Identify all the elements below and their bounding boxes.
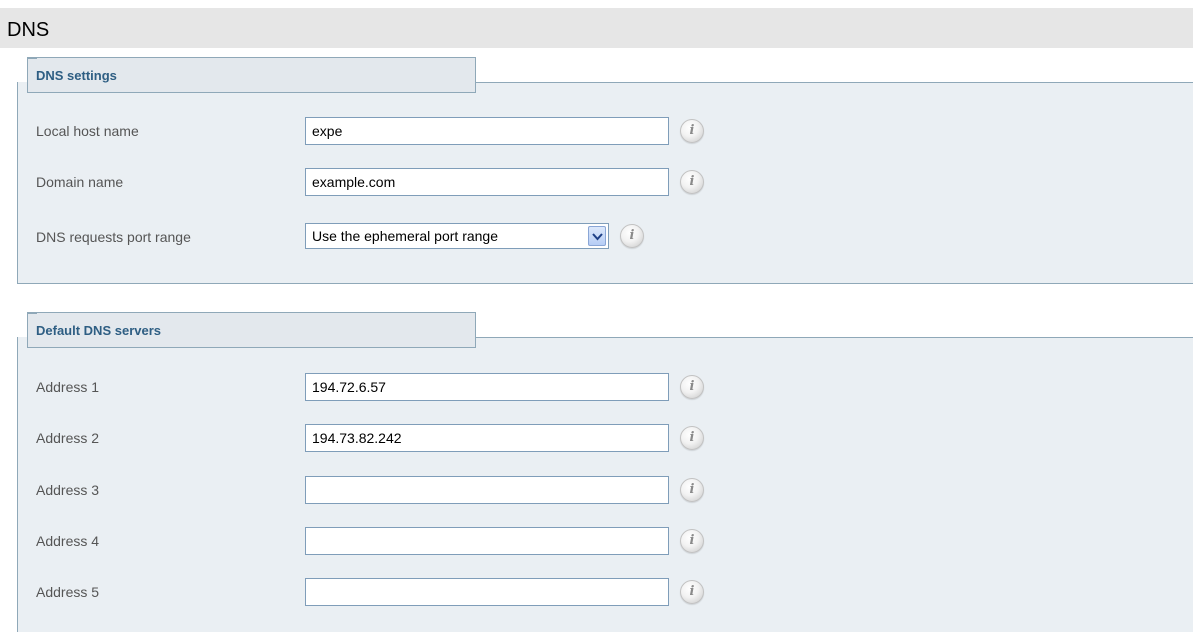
info-icon[interactable]: i bbox=[680, 119, 704, 143]
address-5-row: Address 5 i bbox=[18, 578, 1193, 606]
section-title: Default DNS servers bbox=[36, 323, 161, 338]
dns-page: DNS DNS settings Local host name i Domai… bbox=[0, 0, 1193, 632]
address-4-label: Address 4 bbox=[36, 533, 100, 549]
info-icon[interactable]: i bbox=[680, 580, 704, 604]
info-icon[interactable]: i bbox=[620, 224, 644, 248]
info-icon[interactable]: i bbox=[680, 529, 704, 553]
address-4-row: Address 4 i bbox=[18, 527, 1193, 555]
info-glyph: i bbox=[689, 123, 695, 138]
address-1-label: Address 1 bbox=[36, 379, 100, 395]
info-glyph: i bbox=[689, 379, 695, 394]
address-5-input[interactable] bbox=[305, 578, 669, 606]
info-glyph: i bbox=[689, 430, 695, 445]
section-legend: DNS settings bbox=[27, 57, 476, 93]
page-title: DNS bbox=[7, 19, 50, 41]
address-3-input[interactable] bbox=[305, 476, 669, 504]
address-3-label: Address 3 bbox=[36, 482, 100, 498]
section-border bbox=[476, 82, 1193, 83]
address-4-input[interactable] bbox=[305, 527, 669, 555]
page-header: DNS bbox=[0, 8, 1193, 48]
section-title: DNS settings bbox=[36, 68, 117, 83]
domain-name-row: Domain name i bbox=[18, 168, 1193, 196]
dns-settings-section: DNS settings Local host name i Domain na… bbox=[17, 57, 1193, 284]
local-host-name-row: Local host name i bbox=[18, 117, 1193, 145]
local-host-name-label: Local host name bbox=[36, 123, 139, 139]
port-range-select[interactable]: Use the ephemeral port range bbox=[305, 223, 609, 249]
port-range-label: DNS requests port range bbox=[36, 229, 191, 245]
port-range-selected-value: Use the ephemeral port range bbox=[312, 228, 498, 244]
local-host-name-input[interactable] bbox=[305, 117, 669, 145]
default-dns-servers-section: Default DNS servers Address 1 i Address … bbox=[17, 312, 1193, 632]
domain-name-input[interactable] bbox=[305, 168, 669, 196]
address-1-row: Address 1 i bbox=[18, 373, 1193, 401]
info-icon[interactable]: i bbox=[680, 170, 704, 194]
info-icon[interactable]: i bbox=[680, 426, 704, 450]
info-icon[interactable]: i bbox=[680, 375, 704, 399]
section-legend: Default DNS servers bbox=[27, 312, 476, 348]
info-glyph: i bbox=[689, 584, 695, 599]
chevron-down-icon[interactable] bbox=[588, 226, 606, 246]
legend-tick bbox=[27, 313, 37, 314]
legend-tick bbox=[27, 58, 37, 59]
domain-name-label: Domain name bbox=[36, 174, 124, 190]
address-1-input[interactable] bbox=[305, 373, 669, 401]
address-5-label: Address 5 bbox=[36, 584, 100, 600]
info-glyph: i bbox=[689, 174, 695, 189]
info-icon[interactable]: i bbox=[680, 478, 704, 502]
info-glyph: i bbox=[689, 482, 695, 497]
address-2-label: Address 2 bbox=[36, 430, 100, 446]
address-3-row: Address 3 i bbox=[18, 476, 1193, 504]
section-border bbox=[476, 337, 1193, 338]
port-range-row: DNS requests port range Use the ephemera… bbox=[18, 223, 1193, 251]
address-2-input[interactable] bbox=[305, 424, 669, 452]
info-glyph: i bbox=[629, 228, 635, 243]
info-glyph: i bbox=[689, 533, 695, 548]
address-2-row: Address 2 i bbox=[18, 424, 1193, 452]
